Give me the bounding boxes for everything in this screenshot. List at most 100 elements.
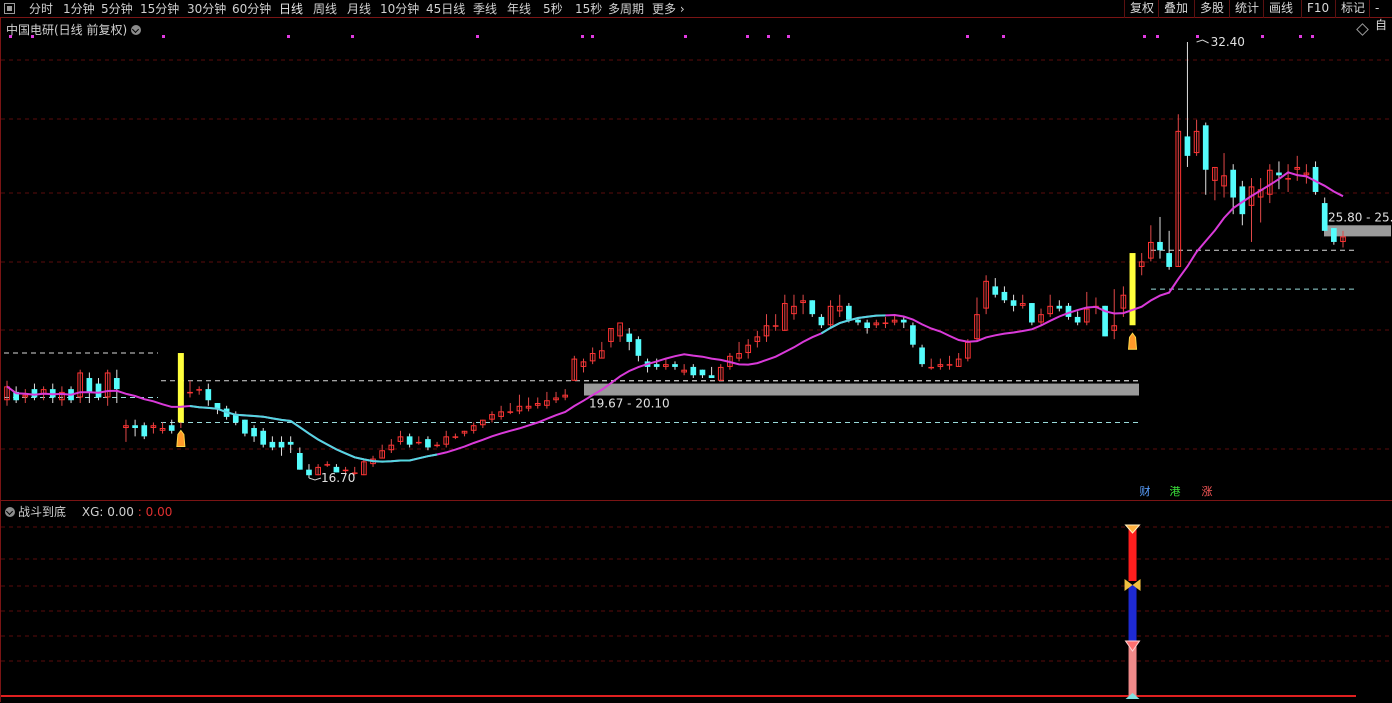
candle-body: [406, 436, 413, 445]
candle-body: [992, 286, 999, 295]
candle-144: [1321, 197, 1328, 231]
candle-body: [1056, 305, 1063, 309]
tab-15sec[interactable]: 15秒: [575, 1, 602, 17]
candle-body: [846, 305, 852, 320]
candle-body: [699, 369, 706, 376]
indicator-dropdown-icon[interactable]: [5, 507, 15, 517]
signal-dot-16: [1196, 35, 1199, 38]
signal-bar-1: [1129, 253, 1136, 326]
moving-average-line: [6, 171, 1344, 463]
chevron-right-icon: ›: [679, 2, 685, 16]
tab-5min[interactable]: 5分钟: [101, 1, 133, 17]
candle-61: [562, 389, 569, 401]
tab-45day[interactable]: 45日线: [426, 1, 465, 17]
candle-body: [251, 428, 257, 437]
fuquan-button[interactable]: 复权: [1124, 0, 1159, 18]
candle-body: [113, 378, 120, 390]
candle-body: [900, 319, 907, 323]
finance-badge[interactable]: 财: [1138, 485, 1152, 499]
tab-1min[interactable]: 1分钟: [63, 1, 95, 17]
candle-27: [251, 425, 257, 442]
tab-more[interactable]: 更多 ›: [652, 1, 685, 17]
candle-39: [361, 458, 367, 476]
tab-30min[interactable]: 30分钟: [187, 1, 226, 17]
candle-body: [653, 364, 660, 367]
candle-32: [296, 447, 303, 470]
candle-body: [1285, 178, 1291, 180]
draw-line-button[interactable]: 画线: [1263, 0, 1298, 18]
tab-daily[interactable]: 日线: [279, 1, 303, 17]
hk-badge[interactable]: 港: [1168, 485, 1182, 499]
candle-130: [1193, 119, 1200, 156]
candle-body: [1166, 253, 1172, 267]
stats-button[interactable]: 统计: [1229, 0, 1264, 18]
dropdown-circle-icon[interactable]: [131, 25, 142, 35]
overlay-button[interactable]: 叠加: [1158, 0, 1193, 18]
tab-yearly[interactable]: 年线: [507, 1, 531, 17]
indicator-chart[interactable]: [1, 501, 1392, 703]
tab-5sec[interactable]: 5秒: [543, 1, 563, 17]
tab-quarterly[interactable]: 季线: [473, 1, 497, 17]
candle-85: [781, 294, 788, 331]
kline-panel[interactable]: 32.40 16.70 19.67 - 20.10 25.80 - 25.4 中国电研…: [0, 18, 1392, 500]
tab-10min[interactable]: 10分钟: [380, 1, 419, 17]
signal-dot-7: [591, 35, 594, 38]
candle-44: [406, 433, 413, 448]
candle-55: [507, 403, 514, 415]
candle-body: [187, 391, 193, 394]
tab-weekly[interactable]: 周线: [313, 1, 337, 17]
candle-111: [1019, 294, 1026, 309]
candle-49: [452, 433, 459, 440]
mark-button[interactable]: 标记: [1335, 0, 1370, 18]
candle-16: [150, 422, 157, 434]
candle-98: [900, 316, 907, 329]
candle-8: [77, 369, 84, 404]
candle-84: [772, 314, 779, 331]
candle-59: [544, 391, 550, 409]
candle-body: [205, 389, 212, 401]
stock-title-bar: 中国电研(日线 前复权): [6, 21, 142, 38]
candle-body: [928, 366, 935, 369]
candle-87: [800, 294, 806, 315]
candle-52: [479, 419, 486, 429]
candle-131: [1202, 122, 1209, 195]
limit-up-badge[interactable]: 涨: [1200, 485, 1214, 499]
tab-15min[interactable]: 15分钟: [140, 1, 179, 17]
signal-dot-6: [581, 35, 584, 38]
candle-80: [736, 341, 742, 362]
indicator-panel[interactable]: 战斗到底 XG: 0.00 : 0.00: [0, 500, 1392, 702]
candle-body: [690, 366, 697, 376]
candle-51: [470, 422, 477, 434]
candle-78: [717, 364, 724, 381]
candle-126: [1157, 216, 1163, 259]
candle-140: [1285, 164, 1291, 192]
multi-stock-button[interactable]: 多股: [1194, 0, 1229, 18]
tab-monthly[interactable]: 月线: [347, 1, 371, 17]
candle-103: [946, 355, 953, 370]
indicator-title-bar: 战斗到底 XG: 0.00 : 0.00: [5, 503, 172, 520]
candle-88: [809, 300, 816, 317]
candle-body: [864, 322, 871, 329]
candle-body: [882, 322, 889, 324]
f10-button[interactable]: F10: [1301, 0, 1334, 18]
candle-28: [260, 428, 267, 448]
signal-dot-11: [787, 35, 790, 38]
candle-20: [187, 380, 193, 398]
candle-body: [434, 444, 440, 447]
tab-multi-period[interactable]: 多周期: [608, 1, 644, 17]
candle-107: [983, 275, 989, 315]
tab-fenshi[interactable]: 分时: [29, 1, 53, 17]
candle-0: [4, 380, 10, 406]
candle-11: [104, 369, 111, 406]
period-toolbar: 分时 1分钟 5分钟 15分钟 30分钟 60分钟 日线 周线 月线 10分钟 …: [0, 0, 1392, 32]
candle-body: [809, 300, 816, 315]
candle-143: [1312, 161, 1319, 195]
signal-dot-13: [1002, 35, 1005, 38]
candle-81: [745, 339, 752, 359]
kline-chart[interactable]: 32.40 16.70 19.67 - 20.10 25.80 - 25.4: [1, 18, 1392, 500]
tab-60min[interactable]: 60分钟: [232, 1, 271, 17]
candle-142: [1303, 164, 1310, 184]
self-select-button[interactable]: -自: [1369, 0, 1392, 32]
menu-icon[interactable]: [4, 3, 15, 14]
candle-body: [1010, 300, 1017, 306]
